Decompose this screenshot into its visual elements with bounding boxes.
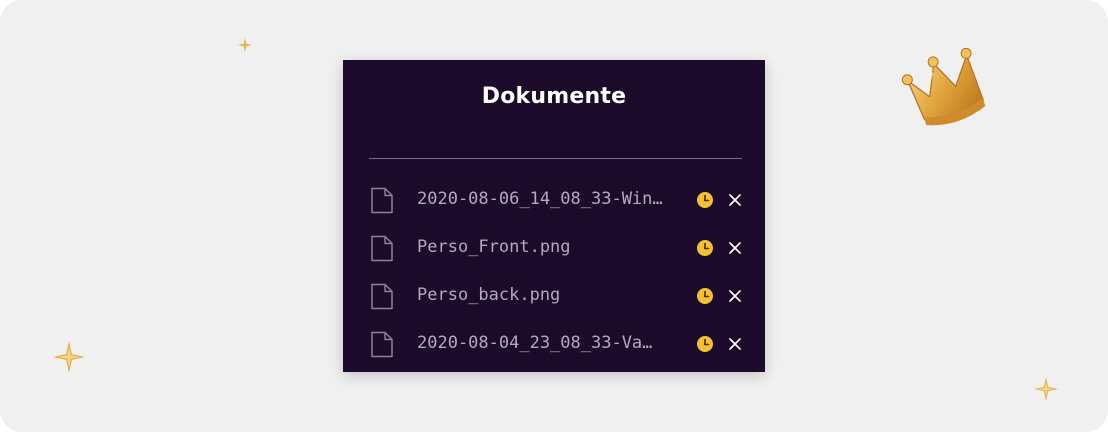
clock-icon (697, 288, 713, 304)
file-row: 2020-08-04_23_08_33-Va… (343, 319, 765, 367)
sparkle-icon (238, 38, 252, 52)
file-row: Perso_back.png (343, 271, 765, 319)
close-icon[interactable] (724, 237, 746, 259)
crown-icon (901, 47, 986, 126)
document-icon (371, 235, 393, 262)
divider (369, 158, 742, 159)
clock-icon (697, 240, 713, 256)
close-icon[interactable] (724, 333, 746, 355)
sparkle-icon (53, 341, 85, 373)
close-icon[interactable] (724, 285, 746, 307)
file-name: 2020-08-06_14_08_33-Win… (417, 189, 663, 209)
document-icon (371, 187, 393, 214)
background-card: Dokumente 2020-08-06_14_08_33-Win… Perso… (0, 0, 1108, 432)
file-row: Perso_Front.png (343, 223, 765, 271)
sparkle-icon (1034, 377, 1058, 401)
document-icon (371, 283, 393, 310)
panel-title: Dokumente (481, 84, 627, 109)
close-icon[interactable] (724, 189, 746, 211)
file-name: Perso_Front.png (417, 237, 571, 257)
file-row: 2020-08-06_14_08_33-Win… (343, 175, 765, 223)
documents-panel: Dokumente 2020-08-06_14_08_33-Win… Perso… (343, 60, 765, 372)
file-name: 2020-08-04_23_08_33-Va… (417, 333, 653, 353)
clock-icon (697, 336, 713, 352)
clock-icon (697, 192, 713, 208)
file-name: Perso_back.png (417, 285, 561, 305)
document-icon (371, 331, 393, 358)
